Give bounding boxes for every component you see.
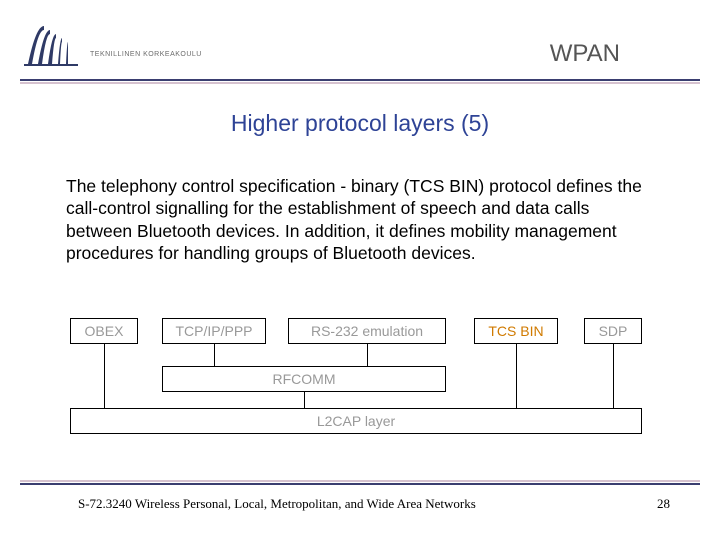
slide: TEKNILLINEN KORKEAKOULU WPAN Higher prot…	[0, 0, 720, 540]
footer-rule-light	[20, 480, 700, 482]
connector	[516, 344, 517, 408]
footer-course: S-72.3240 Wireless Personal, Local, Metr…	[78, 496, 476, 512]
box-tcsbin: TCS BIN	[474, 318, 558, 344]
connector	[104, 344, 105, 408]
footer-rule-dark	[20, 483, 700, 485]
box-l2cap: L2CAP layer	[70, 408, 642, 434]
page-number: 28	[657, 496, 670, 512]
connector	[214, 344, 215, 366]
box-tcpip: TCP/IP/PPP	[162, 318, 266, 344]
institution-name: TEKNILLINEN KORKEAKOULU	[90, 51, 202, 58]
box-rs232: RS-232 emulation	[288, 318, 446, 344]
header-rule-dark	[20, 79, 700, 81]
connector	[613, 344, 614, 408]
header-rule-light	[20, 82, 700, 84]
connector	[367, 344, 368, 366]
slide-header: TEKNILLINEN KORKEAKOULU WPAN	[0, 0, 720, 80]
box-obex: OBEX	[70, 318, 138, 344]
logo-icon	[24, 24, 78, 68]
slide-title: Higher protocol layers (5)	[0, 110, 720, 137]
protocol-stack-diagram: OBEX TCP/IP/PPP RS-232 emulation TCS BIN…	[70, 318, 660, 438]
body-paragraph: The telephony control specification - bi…	[66, 175, 656, 265]
box-rfcomm: RFCOMM	[162, 366, 446, 392]
institution-logo: TEKNILLINEN KORKEAKOULU	[24, 24, 224, 70]
box-sdp: SDP	[584, 318, 642, 344]
topic-label: WPAN	[550, 40, 620, 68]
connector	[304, 392, 305, 408]
